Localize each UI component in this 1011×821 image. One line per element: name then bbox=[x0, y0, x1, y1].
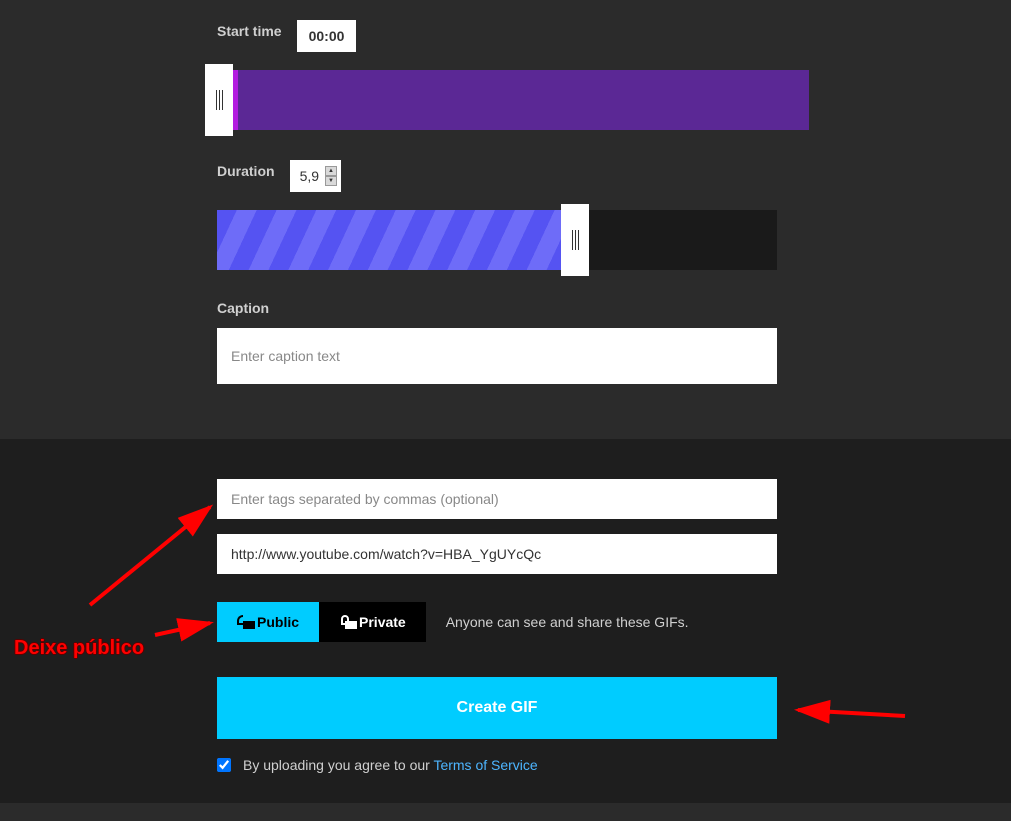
grip-icon bbox=[216, 90, 223, 110]
public-button[interactable]: Public bbox=[217, 602, 319, 642]
source-url-input[interactable] bbox=[217, 534, 777, 574]
duration-value: 5,9 bbox=[300, 168, 319, 184]
caption-input[interactable] bbox=[217, 328, 777, 384]
slider-fill bbox=[232, 70, 809, 130]
public-label: Public bbox=[257, 614, 299, 630]
tags-input[interactable] bbox=[217, 479, 777, 519]
privacy-toggle: Public Private bbox=[217, 602, 426, 642]
agree-text: By uploading you agree to our Terms of S… bbox=[243, 757, 538, 773]
start-slider-handle[interactable] bbox=[205, 64, 233, 136]
create-gif-button[interactable]: Create GIF bbox=[217, 677, 777, 739]
stepper-down[interactable]: ▼ bbox=[325, 176, 337, 186]
start-time-value[interactable]: 00:00 bbox=[297, 20, 357, 52]
privacy-description: Anyone can see and share these GIFs. bbox=[446, 614, 689, 630]
duration-slider[interactable] bbox=[217, 210, 777, 270]
duration-stepper[interactable]: 5,9 ▲ ▼ bbox=[290, 160, 341, 192]
unlock-icon bbox=[237, 615, 249, 629]
duration-label: Duration bbox=[217, 163, 275, 179]
duration-slider-handle[interactable] bbox=[561, 204, 589, 276]
private-button[interactable]: Private bbox=[319, 602, 426, 642]
grip-icon bbox=[572, 230, 579, 250]
caption-label: Caption bbox=[217, 300, 269, 316]
private-label: Private bbox=[359, 614, 406, 630]
duration-fill bbox=[217, 210, 561, 270]
stepper-up[interactable]: ▲ bbox=[325, 166, 337, 176]
agree-checkbox[interactable] bbox=[217, 758, 231, 772]
terms-link[interactable]: Terms of Service bbox=[433, 757, 537, 773]
start-time-label: Start time bbox=[217, 23, 282, 39]
start-time-slider[interactable] bbox=[217, 70, 777, 130]
lock-icon bbox=[339, 615, 351, 629]
agree-prefix: By uploading you agree to our bbox=[243, 757, 433, 773]
